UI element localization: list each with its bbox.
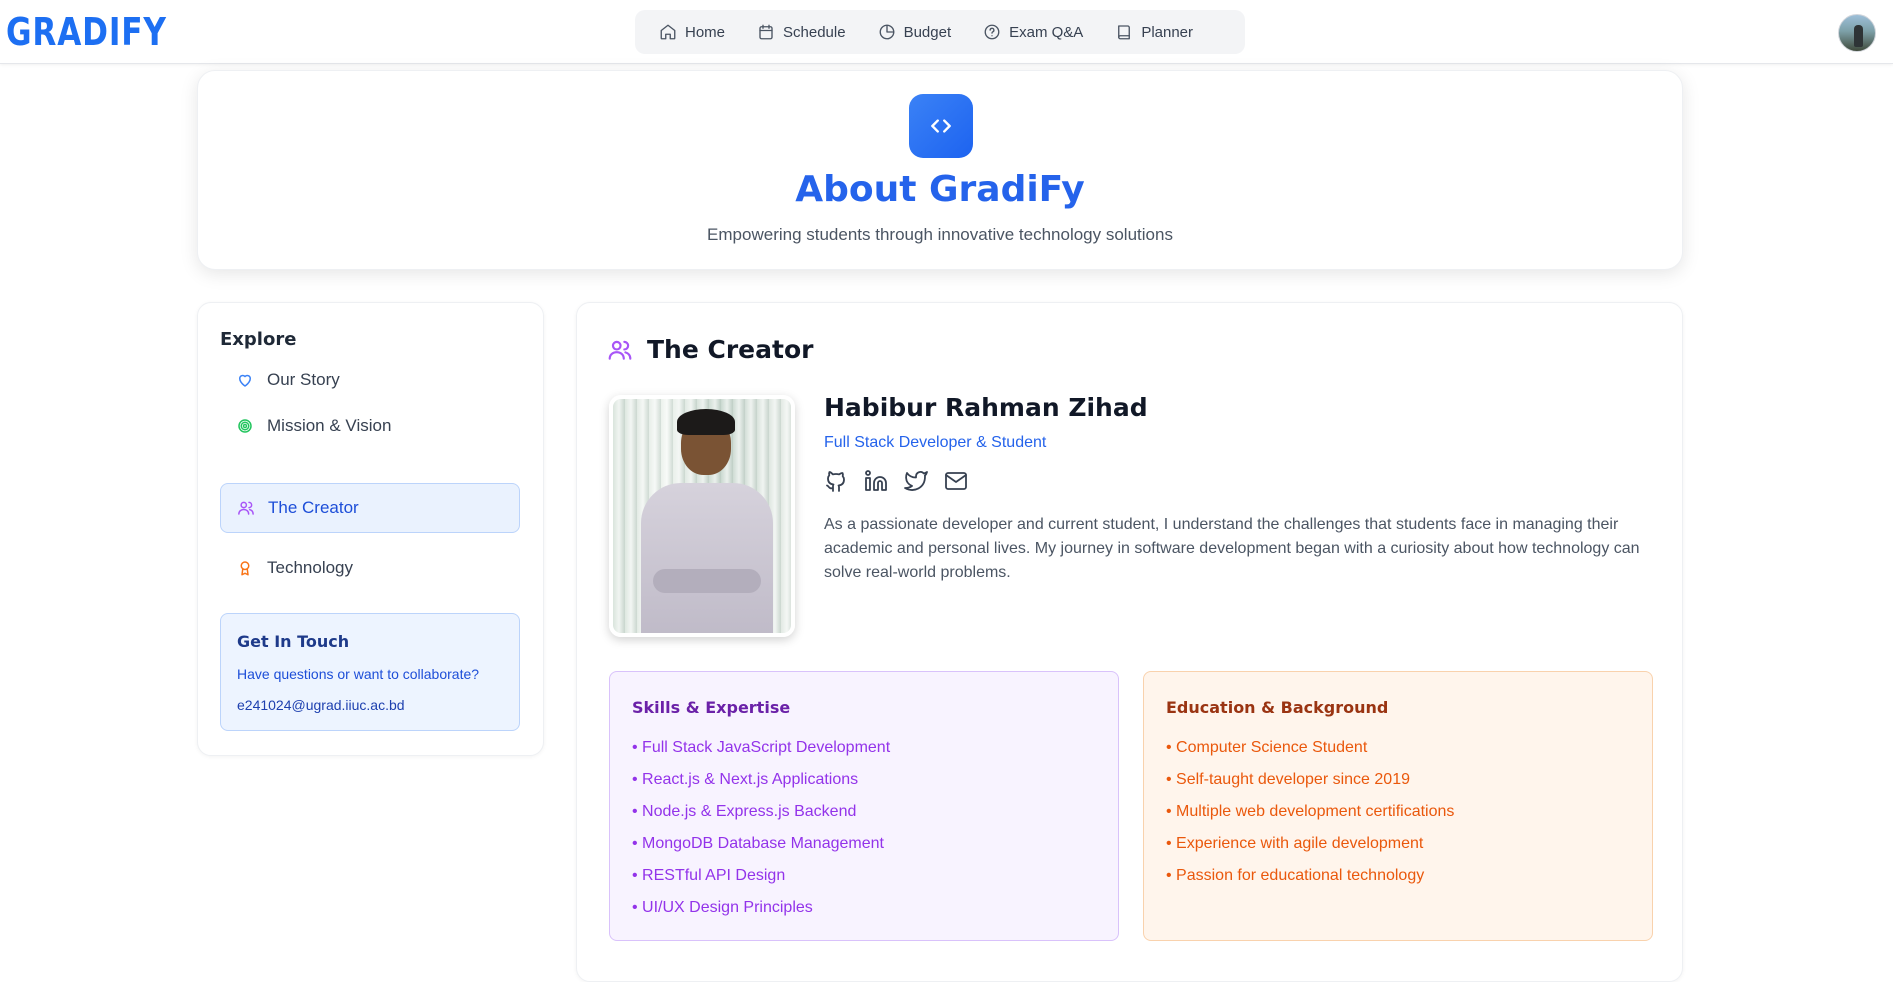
nav-item-label: Home <box>685 23 726 41</box>
calendar-icon <box>759 24 773 40</box>
education-box: Education & Background • Computer Scienc… <box>1143 671 1653 941</box>
skills-box: Skills & Expertise • Full Stack JavaScri… <box>609 671 1119 941</box>
creator-role: Full Stack Developer & Student <box>824 434 1047 451</box>
list-item: • Computer Science Student <box>1166 739 1368 756</box>
creator-photo <box>609 395 795 637</box>
nav-item-label: Exam Q&A <box>1009 23 1084 41</box>
github-icon[interactable] <box>824 469 848 493</box>
help-circle-icon <box>984 24 1000 40</box>
home-icon <box>660 24 676 40</box>
list-item: • Experience with agile development <box>1166 835 1424 852</box>
page-title: About GradiFy <box>795 169 1085 210</box>
nav-item-budget[interactable]: Budget <box>878 10 952 54</box>
list-item: • React.js & Next.js Applications <box>632 771 859 788</box>
award-icon <box>240 561 250 576</box>
education-list: • Computer Science Student • Self-taught… <box>1166 732 1454 892</box>
skills-title: Skills & Expertise <box>632 698 791 717</box>
about-hero-card: About GradiFy Empowering students throug… <box>197 70 1683 270</box>
creator-bio: As a passionate developer and current st… <box>824 516 1640 581</box>
creator-section: The Creator Habibur Rahman Zihad Full St… <box>576 302 1683 982</box>
sidebar-item-label: Our Story <box>267 370 340 389</box>
nav-item-home[interactable]: Home <box>659 10 725 54</box>
contact-text: Have questions or want to collaborate? <box>237 666 480 682</box>
sidebar-item-label: Technology <box>267 558 354 577</box>
list-item: • Self-taught developer since 2019 <box>1166 771 1410 788</box>
pie-chart-icon <box>879 24 895 40</box>
contact-email-link[interactable]: e241024@ugrad.iiuc.ac.bd <box>237 697 405 713</box>
user-avatar[interactable] <box>1838 14 1876 52</box>
target-icon <box>238 419 252 433</box>
sidebar-item-mission-vision[interactable]: Mission & Vision <box>220 401 520 451</box>
list-item: • Multiple web development certification… <box>1166 803 1455 820</box>
sidebar-item-technology[interactable]: Technology <box>220 543 520 593</box>
nav-item-label: Planner <box>1141 23 1194 41</box>
explore-sidebar: Explore Our Story Mission & Vision The C… <box>197 302 544 756</box>
mail-icon[interactable] <box>944 469 968 493</box>
contact-title: Get In Touch <box>237 632 350 651</box>
heart-icon <box>239 374 251 387</box>
page-subtitle: Empowering students through innovative t… <box>707 225 1173 244</box>
linkedin-icon[interactable] <box>864 469 888 493</box>
education-title: Education & Background <box>1166 698 1389 717</box>
list-item: • RESTful API Design <box>632 867 786 884</box>
list-item: • UI/UX Design Principles <box>632 899 813 916</box>
users-icon <box>238 501 254 515</box>
skills-list: • Full Stack JavaScript Development • Re… <box>632 732 890 924</box>
sidebar-title: Explore <box>220 329 297 350</box>
section-title: The Creator <box>647 335 814 364</box>
section-header: The Creator <box>607 335 813 364</box>
creator-name: Habibur Rahman Zihad <box>824 393 1148 422</box>
list-item: • Node.js & Express.js Backend <box>632 803 857 820</box>
nav-item-exam-qa[interactable]: Exam Q&A <box>983 10 1083 54</box>
nav-item-planner[interactable]: Planner <box>1115 10 1193 54</box>
nav-item-label: Budget <box>903 23 952 41</box>
book-icon <box>1118 25 1131 40</box>
nav-item-label: Schedule <box>783 23 846 41</box>
top-navbar: GRADIFY Home Schedule Budget Exam Q&A Pl… <box>0 0 1893 64</box>
main-nav: Home Schedule Budget Exam Q&A Planner <box>635 10 1245 54</box>
sidebar-item-the-creator[interactable]: The Creator <box>220 483 520 533</box>
code-icon <box>909 94 973 158</box>
list-item: • Full Stack JavaScript Development <box>632 739 891 756</box>
sidebar-item-label: The Creator <box>268 498 359 517</box>
list-item: • MongoDB Database Management <box>632 835 884 852</box>
get-in-touch-box: Get In Touch Have questions or want to c… <box>220 613 520 731</box>
social-links <box>824 469 968 493</box>
sidebar-item-our-story[interactable]: Our Story <box>220 355 520 405</box>
twitter-icon[interactable] <box>904 469 928 493</box>
nav-item-schedule[interactable]: Schedule <box>757 10 846 54</box>
list-item: • Passion for educational technology <box>1166 867 1425 884</box>
app-logo[interactable]: GRADIFY <box>6 10 167 54</box>
users-icon <box>608 340 632 360</box>
sidebar-item-label: Mission & Vision <box>267 416 392 435</box>
